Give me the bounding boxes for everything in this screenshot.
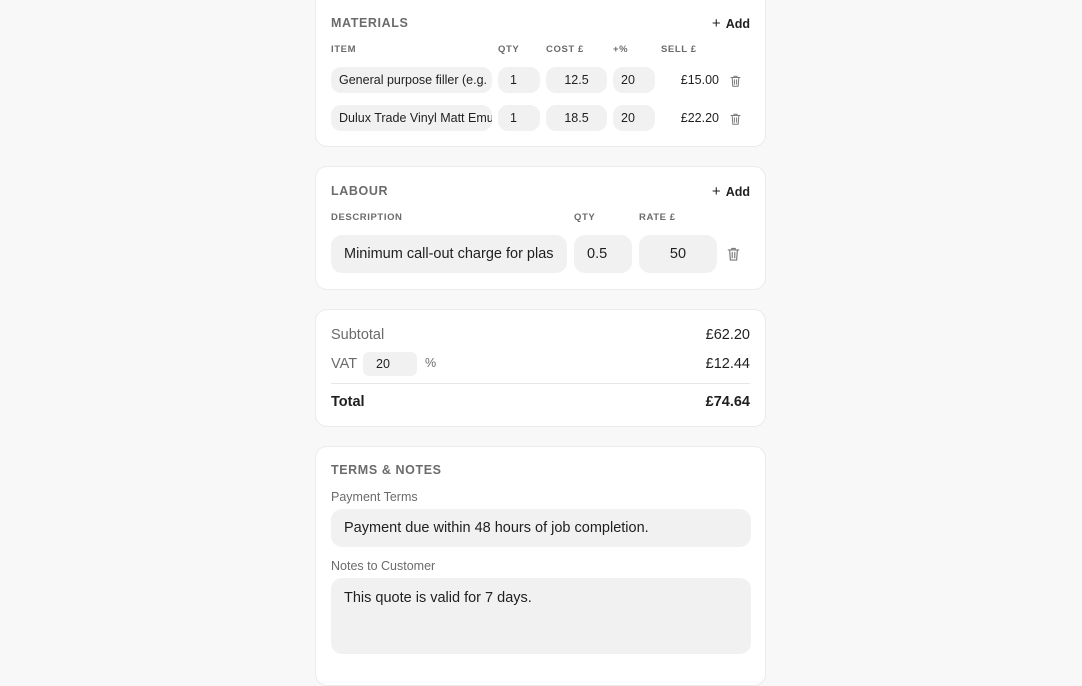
header-qty: QTY	[498, 44, 520, 55]
header-cost: COST £	[546, 44, 584, 55]
vat-label: VAT	[331, 356, 358, 372]
total-value: £74.64	[705, 394, 750, 410]
material-sell-value: £15.00	[680, 73, 719, 87]
material-item-input[interactable]: General purpose filler (e.g.	[331, 67, 492, 93]
vat-percent-sign: %	[425, 356, 437, 370]
material-cost-input[interactable]: 18.5	[546, 105, 607, 131]
plus-icon: +	[711, 183, 721, 200]
material-markup-input[interactable]: 20	[613, 105, 655, 131]
header-item: ITEM	[331, 44, 357, 55]
material-qty-input[interactable]: 1	[498, 105, 540, 131]
vat-rate-input[interactable]: 20	[363, 352, 417, 376]
totals-card: Subtotal £62.20 VAT 20 % £12.44 Total £7…	[315, 309, 766, 427]
labour-qty-input[interactable]: 0.5	[574, 235, 632, 273]
totals-divider	[331, 383, 750, 384]
header-rate: RATE £	[639, 212, 676, 223]
vat-value: £12.44	[705, 356, 750, 372]
notes-label: Notes to Customer	[331, 559, 436, 573]
material-item-input[interactable]: Dulux Trade Vinyl Matt Emu	[331, 105, 492, 131]
plus-icon: +	[711, 15, 721, 32]
notes-textarea[interactable]: This quote is valid for 7 days.	[331, 578, 751, 654]
add-material-label: Add	[725, 16, 750, 31]
header-markup: +%	[613, 44, 629, 55]
materials-title: MATERIALS	[331, 16, 409, 30]
labour-rate-input[interactable]: 50	[639, 235, 717, 273]
labour-title: LABOUR	[331, 184, 389, 198]
add-labour-button[interactable]: + Add	[712, 184, 750, 199]
trash-icon[interactable]	[730, 112, 741, 130]
header-labour-qty: QTY	[574, 212, 596, 223]
add-labour-label: Add	[725, 184, 750, 199]
subtotal-value: £62.20	[705, 327, 750, 343]
trash-icon[interactable]	[727, 247, 740, 266]
material-sell-value: £22.20	[680, 111, 719, 125]
material-cost-input[interactable]: 12.5	[546, 67, 607, 93]
material-qty-input[interactable]: 1	[498, 67, 540, 93]
trash-icon[interactable]	[730, 74, 741, 92]
material-markup-input[interactable]: 20	[613, 67, 655, 93]
terms-card: TERMS & NOTES Payment Terms Payment due …	[315, 446, 766, 686]
labour-description-input[interactable]: Minimum call-out charge for plas	[331, 235, 567, 273]
subtotal-label: Subtotal	[331, 327, 385, 343]
add-material-button[interactable]: + Add	[712, 16, 750, 31]
labour-card: LABOUR + Add DESCRIPTION QTY RATE £ Mini…	[315, 166, 766, 290]
materials-card: MATERIALS + Add ITEM QTY COST £ +% SELL …	[315, 0, 766, 147]
total-label: Total	[331, 394, 365, 410]
header-sell: SELL £	[661, 44, 697, 55]
header-description: DESCRIPTION	[331, 212, 403, 223]
terms-title: TERMS & NOTES	[331, 463, 442, 477]
payment-terms-label: Payment Terms	[331, 490, 418, 504]
payment-terms-input[interactable]: Payment due within 48 hours of job compl…	[331, 509, 751, 547]
